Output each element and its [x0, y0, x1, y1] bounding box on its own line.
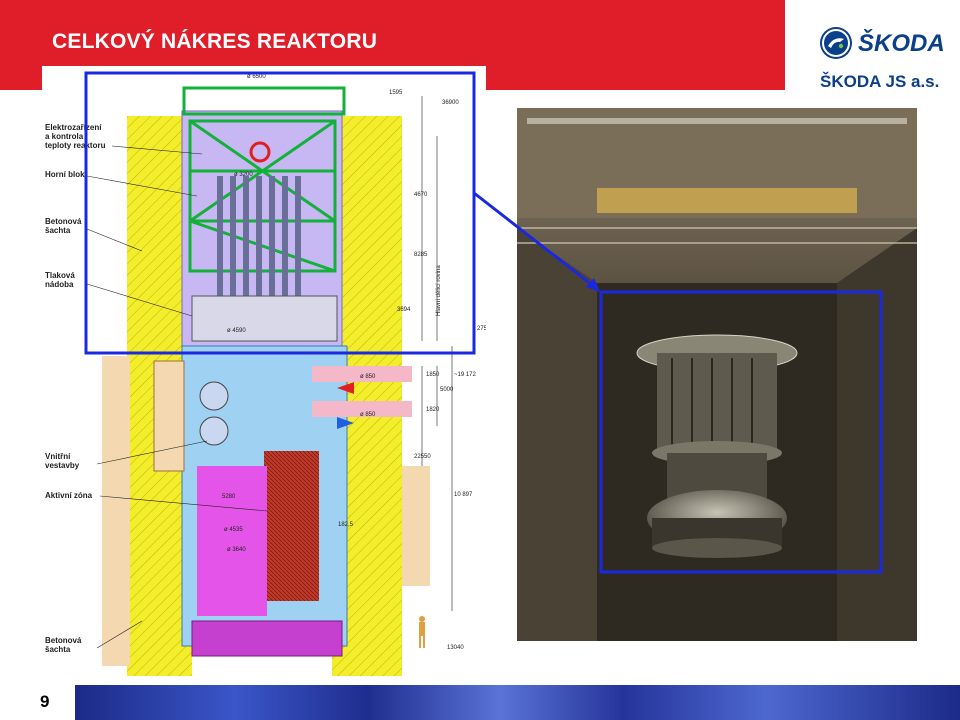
drawing-highlight-box [84, 71, 476, 355]
photo-highlight-box [599, 290, 883, 574]
page-number: 9 [40, 692, 50, 711]
footer-bar [75, 685, 960, 720]
connector-arrow [473, 191, 597, 290]
highlight-overlay [84, 71, 883, 574]
